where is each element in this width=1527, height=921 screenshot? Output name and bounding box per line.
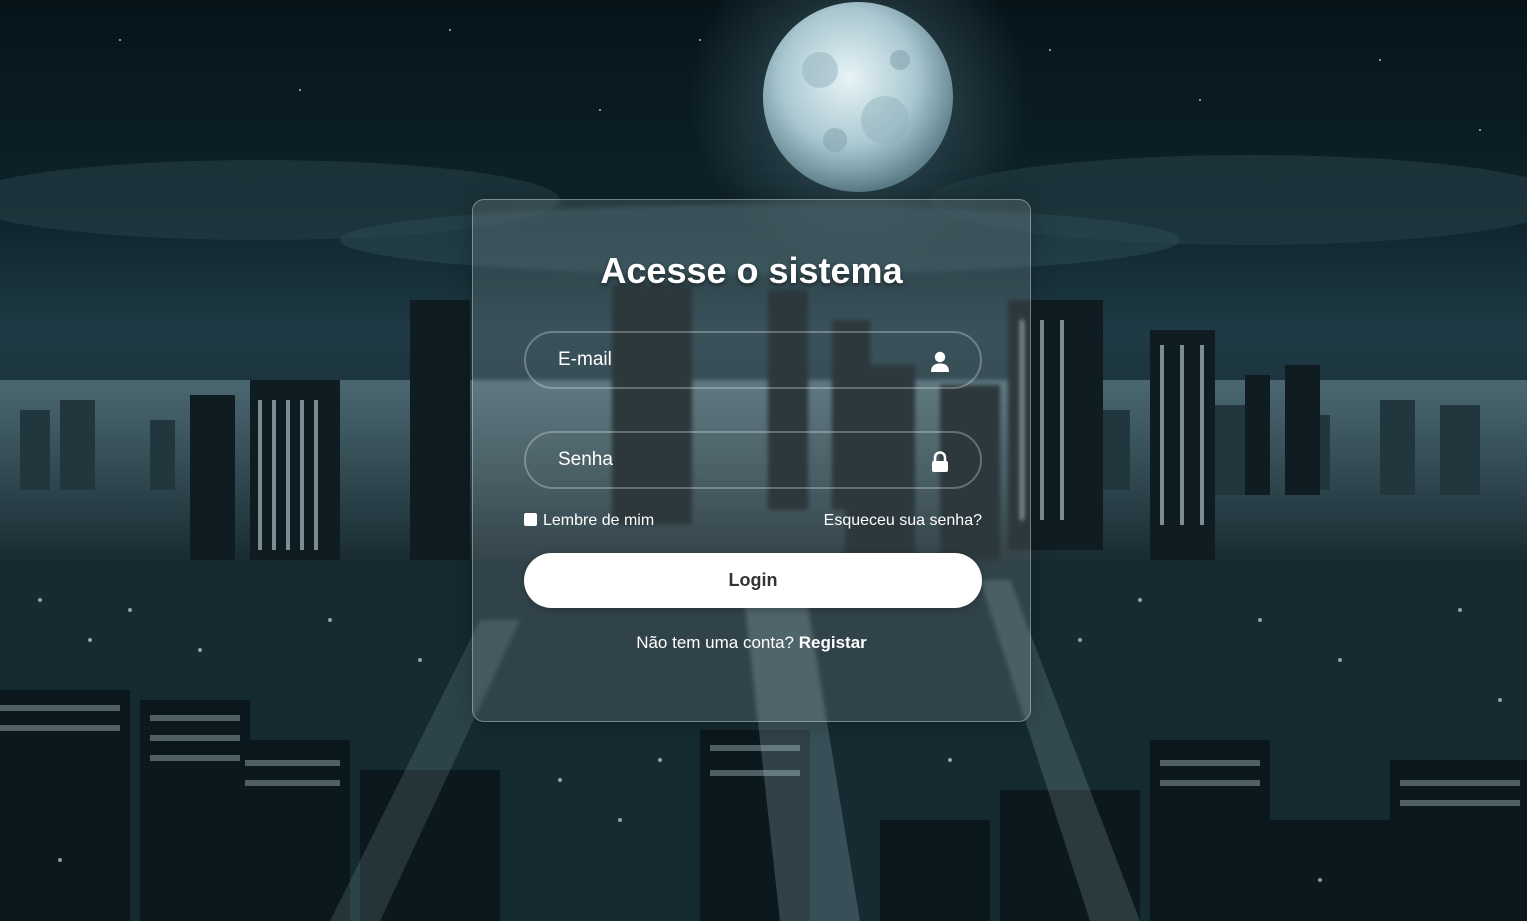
page-title: Acesse o sistema xyxy=(600,250,903,291)
login-card: Acesse o sistema Lembre de mim Esqueceu … xyxy=(472,199,1031,722)
login-button[interactable]: Login xyxy=(524,553,982,608)
login-options: Lembre de mim Esqueceu sua senha? xyxy=(524,512,982,534)
password-field[interactable] xyxy=(526,433,980,487)
lock-icon xyxy=(932,451,948,472)
forgot-password-link[interactable]: Esqueceu sua senha? xyxy=(824,512,982,530)
register-prompt: Não tem uma conta? Registar xyxy=(473,633,1030,653)
remember-me-label: Lembre de mim xyxy=(543,512,655,529)
register-prompt-text: Não tem uma conta? xyxy=(636,633,795,652)
remember-me[interactable]: Lembre de mim xyxy=(524,512,654,530)
email-field[interactable] xyxy=(526,333,980,387)
register-link[interactable]: Registar xyxy=(799,633,867,652)
user-icon xyxy=(931,351,949,372)
login-page: Acesse o sistema Lembre de mim Esqueceu … xyxy=(0,0,1527,921)
remember-me-checkbox[interactable] xyxy=(524,512,537,526)
password-field-wrapper xyxy=(524,431,982,489)
email-field-wrapper xyxy=(524,331,982,389)
